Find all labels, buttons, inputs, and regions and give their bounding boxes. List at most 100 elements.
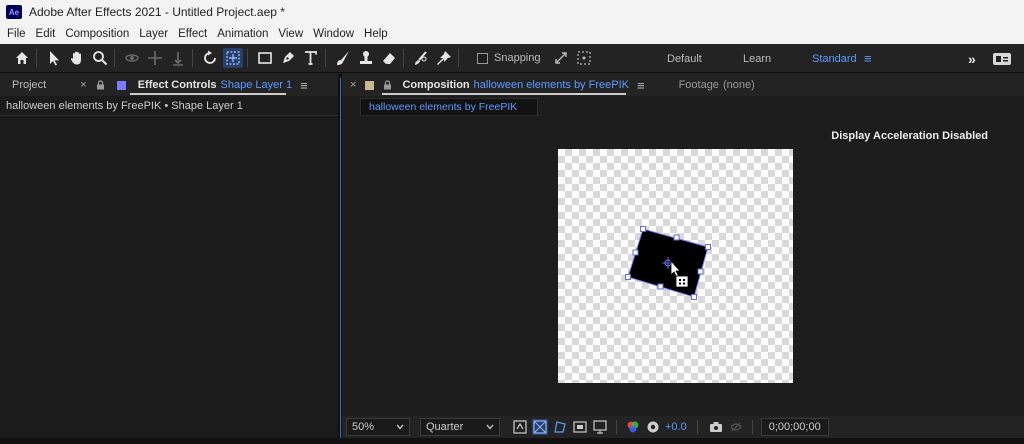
snapping-checkbox[interactable] — [477, 52, 488, 64]
resolution-value: Quarter — [426, 421, 464, 433]
acceleration-notice: Display Acceleration Disabled — [831, 130, 988, 142]
grid-guides-icon[interactable] — [592, 419, 608, 435]
roto-brush-tool-icon[interactable] — [411, 48, 431, 68]
menu-layer[interactable]: Layer — [139, 28, 168, 40]
camera-snapshot-icon[interactable] — [708, 419, 724, 435]
menu-animation[interactable]: Animation — [217, 28, 268, 40]
effect-controls-subheader: halloween elements by FreePIK • Shape La… — [0, 96, 338, 116]
home-icon[interactable] — [12, 48, 32, 68]
show-snapshot-icon[interactable] — [728, 419, 744, 435]
bounding-box-handle[interactable] — [657, 283, 664, 290]
active-tab-indicator — [382, 93, 626, 95]
close-icon[interactable]: × — [80, 79, 86, 91]
toolbar-divider — [696, 420, 698, 434]
rotation-tool-icon[interactable] — [200, 48, 220, 68]
magnification-value: 50% — [352, 421, 375, 433]
eraser-tool-icon[interactable] — [379, 48, 399, 68]
workspace-standard[interactable]: Standard — [812, 44, 857, 73]
composition-viewer: halloween elements by FreePIK Display Ac… — [342, 96, 1024, 444]
workspace-menu-icon[interactable]: ≡ — [864, 44, 872, 73]
composition-name[interactable]: halloween elements by FreePIK — [474, 79, 629, 91]
toolbar-divider — [616, 420, 617, 434]
current-time-display[interactable]: 0;00;00;00 — [760, 418, 829, 436]
menu-help[interactable]: Help — [364, 28, 388, 40]
anchor-point-tool-icon[interactable] — [223, 48, 243, 68]
bounding-box-handle[interactable] — [697, 268, 704, 275]
selection-tool-icon[interactable] — [44, 48, 64, 68]
transparency-grid-icon[interactable] — [532, 419, 548, 435]
fast-previews-icon[interactable] — [512, 419, 528, 435]
bounding-box-handle[interactable] — [632, 249, 639, 256]
menu-view[interactable]: View — [278, 28, 303, 40]
rectangle-tool-icon[interactable] — [255, 48, 275, 68]
pen-tool-icon[interactable] — [278, 48, 298, 68]
panel-menu-icon[interactable]: ≡ — [300, 78, 308, 93]
bounding-box-handle[interactable] — [673, 234, 680, 241]
title-bar: Ae Adobe After Effects 2021 - Untitled P… — [0, 0, 1024, 24]
workspace-learn[interactable]: Learn — [743, 44, 771, 73]
lock-icon[interactable] — [383, 80, 392, 90]
lock-icon[interactable] — [96, 80, 105, 90]
region-of-interest-icon[interactable] — [572, 419, 588, 435]
snapping-toggle[interactable]: Snapping — [477, 52, 541, 64]
tab-composition[interactable]: Composition — [402, 79, 469, 91]
type-tool-icon[interactable] — [301, 48, 321, 68]
panel-menu-icon[interactable]: ≡ — [637, 78, 645, 93]
bounding-box-handle[interactable] — [640, 226, 646, 232]
bounding-box-handle[interactable] — [625, 274, 631, 280]
toolbar-divider — [36, 49, 37, 67]
hand-tool-icon[interactable] — [67, 48, 87, 68]
menu-window[interactable]: Window — [313, 28, 354, 40]
effect-controls-color-swatch — [116, 80, 126, 90]
footage-value: (none) — [722, 79, 755, 91]
menu-effect[interactable]: Effect — [178, 28, 207, 40]
tab-project[interactable]: Project — [12, 79, 46, 91]
toolbar-divider — [114, 49, 115, 67]
toolbar-divider — [458, 49, 459, 67]
menu-composition[interactable]: Composition — [65, 28, 129, 40]
active-tab-indicator — [130, 93, 286, 95]
exposure-value[interactable]: +0.0 — [665, 421, 687, 433]
snapping-label: Snapping — [494, 52, 541, 64]
close-icon[interactable]: × — [350, 79, 356, 91]
menu-file[interactable]: File — [7, 28, 26, 40]
tab-effect-controls[interactable]: Effect Controls — [138, 79, 217, 91]
menu-edit[interactable]: Edit — [36, 28, 56, 40]
bounding-box-handle[interactable] — [691, 294, 697, 300]
toolbar-divider — [751, 420, 753, 434]
left-panel-tabs: Project × Effect Controls Shape Layer 1 … — [0, 74, 338, 96]
after-effects-logo-icon: Ae — [6, 5, 22, 19]
toolbar-divider — [192, 49, 193, 67]
snap-target-icon[interactable] — [574, 48, 594, 68]
effect-controls-panel: halloween elements by FreePIK • Shape La… — [0, 96, 338, 444]
zoom-tool-icon[interactable] — [90, 48, 110, 68]
chevron-down-icon — [396, 424, 404, 430]
orbit-camera-icon[interactable] — [122, 48, 142, 68]
pan-camera-icon[interactable] — [145, 48, 165, 68]
timecode-value: 0;00;00;00 — [768, 421, 821, 433]
menu-bar: File Edit Composition Layer Effect Anima… — [0, 24, 1024, 44]
toolbar-divider — [325, 49, 326, 67]
color-management-icon[interactable] — [645, 419, 661, 435]
workspace-overflow-icon[interactable]: » — [968, 44, 976, 73]
resolution-dropdown[interactable]: Quarter — [420, 418, 500, 436]
magnification-dropdown[interactable]: 50% — [346, 418, 410, 436]
search-help-icon[interactable] — [992, 44, 1012, 73]
color-channels-icon[interactable] — [625, 419, 641, 435]
effect-controls-layer-name[interactable]: Shape Layer 1 — [221, 79, 293, 91]
toolbar-divider — [247, 49, 248, 67]
shape-layer[interactable] — [558, 149, 793, 383]
composition-canvas[interactable] — [558, 149, 793, 383]
tab-footage[interactable]: Footage — [679, 79, 719, 91]
workspace-default[interactable]: Default — [667, 44, 702, 73]
window-title: Adobe After Effects 2021 - Untitled Proj… — [29, 5, 285, 19]
mask-path-visibility-icon[interactable] — [552, 419, 568, 435]
bounding-box-handle[interactable] — [705, 244, 711, 250]
snap-extend-icon[interactable] — [551, 48, 571, 68]
dolly-camera-icon[interactable] — [168, 48, 188, 68]
brush-tool-icon[interactable] — [333, 48, 353, 68]
composition-breadcrumb[interactable]: halloween elements by FreePIK — [360, 98, 538, 116]
clone-stamp-tool-icon[interactable] — [356, 48, 376, 68]
puppet-pin-tool-icon[interactable] — [434, 48, 454, 68]
tools-panel: Snapping Default Learn Standard ≡ » — [0, 44, 1024, 73]
